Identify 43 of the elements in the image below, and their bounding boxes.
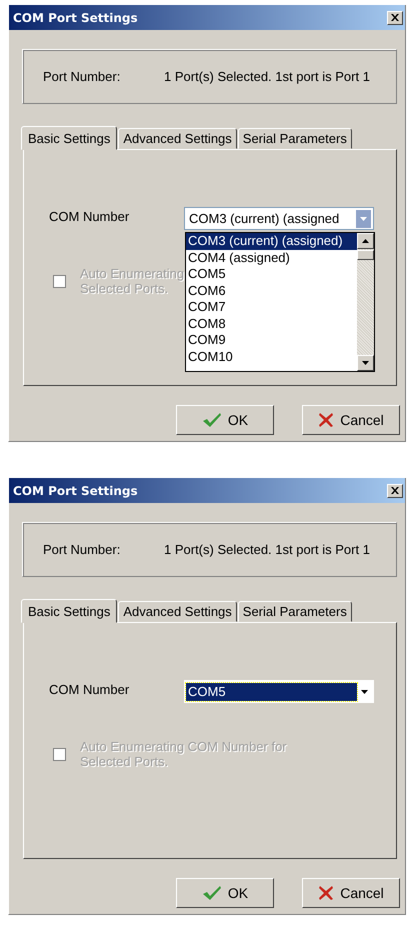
cross-icon [318,412,334,428]
checkmark-icon [202,885,222,901]
tab[interactable]: Basic Settings [21,599,118,623]
tab[interactable]: Serial Parameters [238,601,352,622]
list-item[interactable]: COM7 [186,299,357,316]
down-arrow-icon [361,359,370,367]
dropdown-value: COM3 (current) (assigned [188,210,340,228]
com-number-dropdown[interactable]: COM5 [184,680,374,703]
window-title: COM Port Settings [13,10,138,24]
ok-button[interactable]: OK [176,878,274,908]
close-button[interactable] [387,10,403,24]
cancel-button[interactable]: Cancel [302,405,400,435]
close-icon [391,487,399,494]
port-value: 1 Port(s) Selected. 1st port is Port 1 [164,542,370,557]
scrollbar-thumb[interactable] [357,250,374,260]
close-button[interactable] [387,484,403,498]
list-item[interactable]: COM4 (assigned) [186,250,357,266]
scrollbar[interactable] [357,233,374,371]
list-item[interactable]: COM8 [186,316,357,332]
window-title: COM Port Settings [13,484,138,498]
checkmark-icon [202,412,222,428]
up-arrow-icon [361,237,370,245]
list-item[interactable]: COM6 [186,282,357,299]
com-number-label: COM Number [49,681,130,697]
cancel-button[interactable]: Cancel [302,878,400,908]
dropdown-value: COM5 [186,682,357,700]
ok-button[interactable]: OK [176,405,274,435]
caret-icon [359,214,368,222]
com-number-label: COM Number [49,208,130,224]
port-label: Port Number: [43,69,122,84]
list-item[interactable]: COM5 [186,266,357,282]
tab[interactable]: Serial Parameters [238,128,352,149]
close-icon [391,14,399,21]
list-item[interactable]: COM10 [186,348,357,365]
port-label: Port Number: [43,542,122,557]
tab[interactable]: Advanced Settings [118,128,237,149]
list-item[interactable]: COM3 (current) (assigned) [186,233,357,250]
list-item[interactable]: COM9 [186,332,357,348]
tab[interactable]: Basic Settings [21,126,118,150]
port-value: 1 Port(s) Selected. 1st port is Port 1 [164,69,370,84]
caret-icon [360,688,369,696]
tab[interactable]: Advanced Settings [118,601,237,622]
cross-icon [318,885,334,901]
